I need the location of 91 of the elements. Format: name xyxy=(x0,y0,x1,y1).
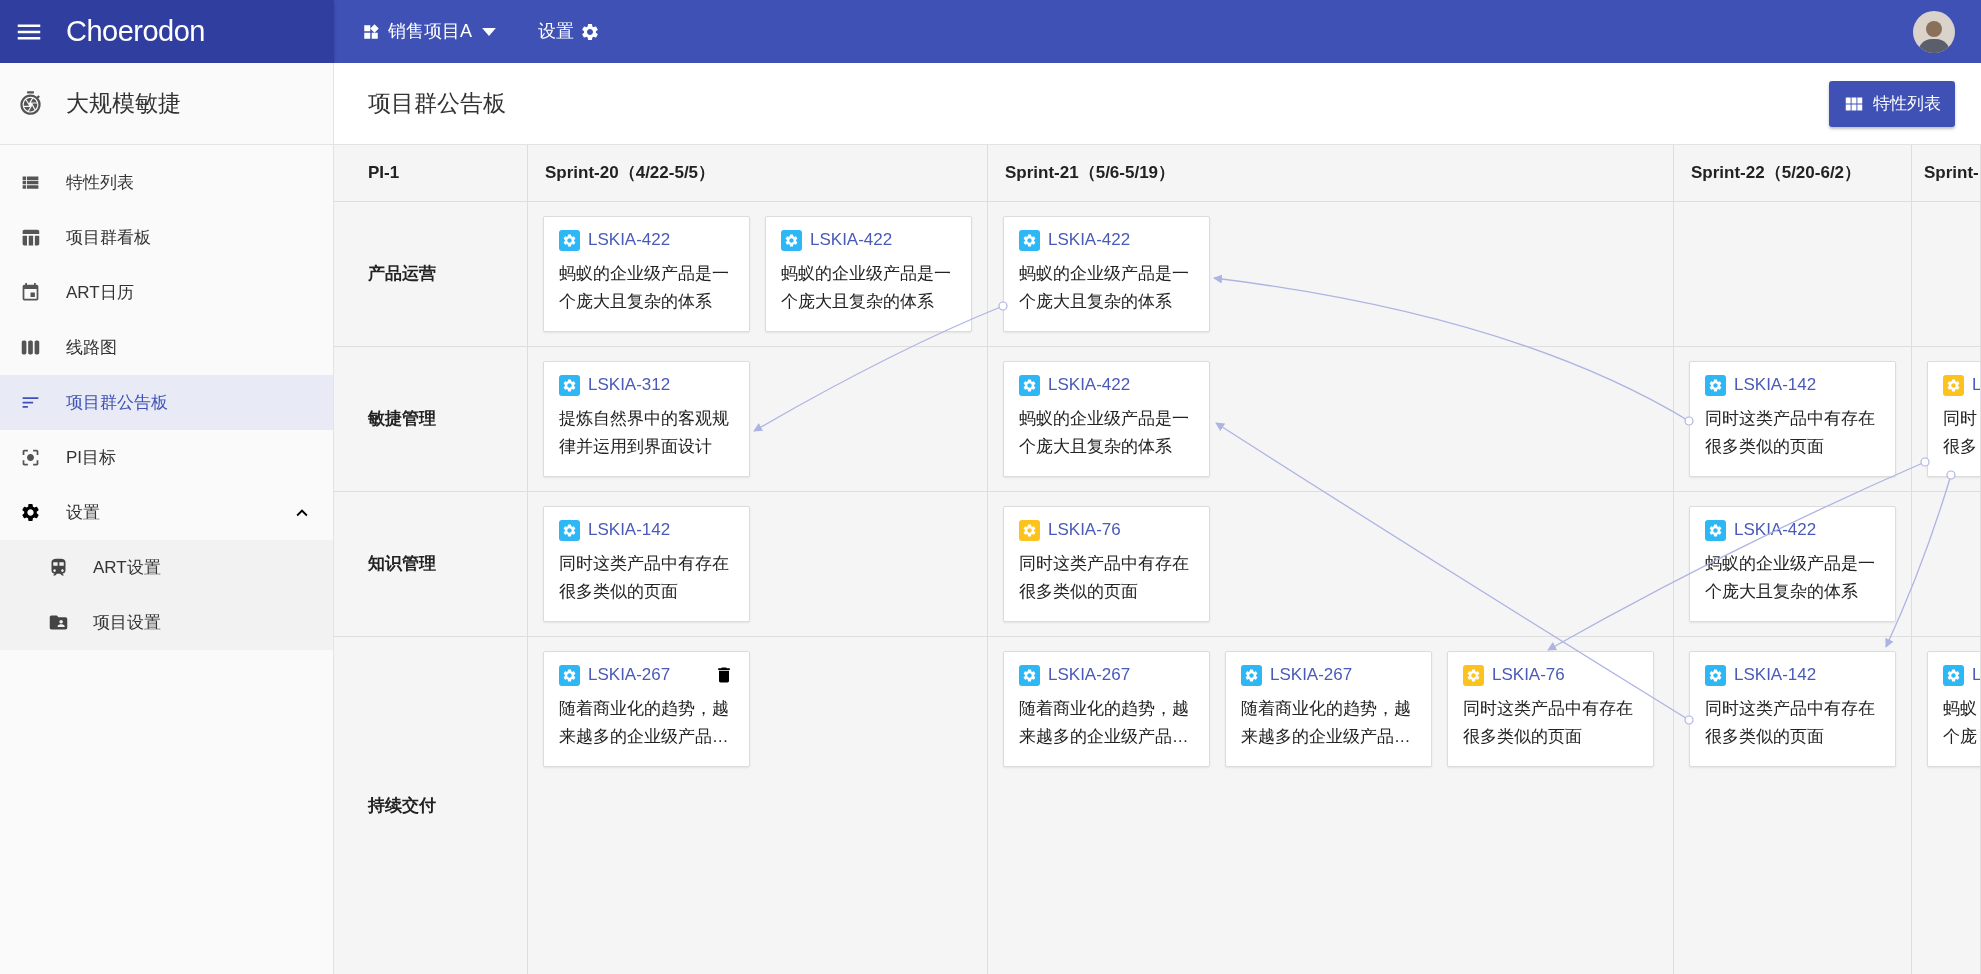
row-header: 敏捷管理 xyxy=(368,408,436,431)
sprint-header: Sprint-21（5/6-5/19） xyxy=(1005,162,1176,185)
row-header: 知识管理 xyxy=(368,553,436,576)
widgets-icon xyxy=(362,22,380,41)
sidebar-item[interactable]: 线路图 xyxy=(0,320,333,375)
page-title: 项目群公告板 xyxy=(368,89,506,119)
feature-card[interactable]: LSKIA-422 蚂蚁的企业级产品是一 个庞大且复杂的体系 xyxy=(1003,216,1210,332)
feature-description: 很多类似的页面 xyxy=(1019,581,1138,602)
sidebar-item[interactable]: PI目标 xyxy=(0,430,333,485)
feature-description: 同时这类产品中有存在 xyxy=(559,553,729,574)
feature-description: 个庞 xyxy=(1943,726,1977,747)
sprint-header: Sprint-20（4/22-5/5） xyxy=(545,162,716,185)
feature-description: 提炼自然界中的客观规 xyxy=(559,408,729,429)
feature-description: 很多类似的页面 xyxy=(1705,726,1824,747)
feature-description: 来越多的企业级产品… xyxy=(559,726,729,747)
feature-card[interactable]: LSKIA-422 蚂蚁的企业级产品是一 个庞大且复杂的体系 xyxy=(1689,506,1896,622)
sidebar-item[interactable]: 设置 xyxy=(0,485,333,540)
calendar-icon xyxy=(20,282,41,303)
feature-id[interactable]: LSKIA-312 xyxy=(588,372,671,398)
settings-link[interactable]: 设置 xyxy=(538,0,600,63)
feature-id[interactable]: LSKIA-142 xyxy=(1734,662,1817,688)
focus-icon xyxy=(20,447,41,468)
feature-description: 随着商业化的趋势，越 xyxy=(1019,698,1189,719)
feature-id[interactable]: LSKIA-422 xyxy=(810,227,893,253)
settings-icon xyxy=(580,21,600,42)
sidebar-item[interactable]: ART设置 xyxy=(0,540,333,595)
feature-id[interactable]: LSKIA-422 xyxy=(1048,372,1131,398)
feature-description: 蚂蚁 xyxy=(1943,698,1977,719)
feature-description: 同时 xyxy=(1943,408,1977,429)
feature-id[interactable]: LSKIA-267 xyxy=(1048,662,1131,688)
sidebar-item[interactable]: 项目群看板 xyxy=(0,210,333,265)
feature-description: 蚂蚁的企业级产品是一 xyxy=(1019,408,1189,429)
feature-description: 很多类似的页面 xyxy=(559,581,678,602)
feature-description: 律并运用到界面设计 xyxy=(559,436,712,457)
feature-card[interactable]: LSKIA-76 同时这类产品中有存在 很多类似的页面 xyxy=(1447,651,1654,767)
feature-description: 个庞大且复杂的体系 xyxy=(559,291,712,312)
feature-card[interactable]: LSKIA-422 蚂蚁的企业级产品是一 个庞大且复杂的体系 xyxy=(543,216,750,332)
feature-card[interactable]: LSKIA-142 同时这类产品中有存在 很多类似的页面 xyxy=(1689,361,1896,477)
table-icon xyxy=(20,227,41,248)
sidebar-item[interactable]: 项目设置 xyxy=(0,595,333,650)
feature-description: 同时这类产品中有存在 xyxy=(1463,698,1633,719)
sidebar-item[interactable]: ART日历 xyxy=(0,265,333,320)
feature-list-button[interactable]: 特性列表 xyxy=(1829,80,1955,127)
feature-description: 蚂蚁的企业级产品是一 xyxy=(1705,553,1875,574)
feature-description: 个庞大且复杂的体系 xyxy=(1019,436,1172,457)
feature-description: 个庞大且复杂的体系 xyxy=(1705,581,1858,602)
feature-id[interactable]: LSKIA-422 xyxy=(588,227,671,253)
feature-id[interactable]: LSKIA-76 xyxy=(1048,517,1121,543)
feature-description: 随着商业化的趋势，越 xyxy=(559,698,729,719)
feature-description: 蚂蚁的企业级产品是一 xyxy=(1019,263,1189,284)
caret-icon xyxy=(482,27,496,36)
settings-icon xyxy=(20,502,41,523)
feature-card[interactable]: LSKIA-422 蚂蚁的企业级产品是一 个庞大且复杂的体系 xyxy=(765,216,972,332)
feature-id[interactable]: LSKIA-142 xyxy=(1734,372,1817,398)
sidebar-title: 大规模敏捷 xyxy=(66,89,181,119)
feature-card[interactable]: LSKIA-312 提炼自然界中的客观规 律并运用到界面设计 xyxy=(543,361,750,477)
feature-description: 很多 xyxy=(1943,436,1977,457)
feature-id[interactable]: LSKIA-267 xyxy=(1270,662,1353,688)
feature-card[interactable]: LSKIA-267 随着商业化的趋势，越 来越多的企业级产品… xyxy=(543,651,750,767)
feature-card[interactable]: LSKIA-76 同时这类产品中有存在 很多类似的页面 xyxy=(1003,506,1210,622)
feature-description: 同时这类产品中有存在 xyxy=(1705,408,1875,429)
user-avatar[interactable] xyxy=(1913,10,1955,53)
feature-description: 蚂蚁的企业级产品是一 xyxy=(781,263,951,284)
project-selector[interactable]: 销售项目A xyxy=(362,0,496,63)
feature-card[interactable]: LSKIA-422 蚂蚁的企业级产品是一 个庞大且复杂的体系 xyxy=(1003,361,1210,477)
feature-card[interactable]: LSKIA-267 随着商业化的趋势，越 来越多的企业级产品… xyxy=(1003,651,1210,767)
feature-id[interactable]: LSKIA-76 xyxy=(1492,662,1565,688)
sprint-header: Sprint-22（5/20-6/2） xyxy=(1691,162,1862,185)
feature-description: 很多类似的页面 xyxy=(1705,436,1824,457)
feature-id[interactable]: LSKIA-422 xyxy=(1048,227,1131,253)
feature-description: 同时这类产品中有存在 xyxy=(1705,698,1875,719)
feature-id[interactable]: LSKIA-267 xyxy=(588,662,671,688)
feature-description: 来越多的企业级产品… xyxy=(1241,726,1411,747)
feature-description: 随着商业化的趋势，越 xyxy=(1241,698,1411,719)
feature-description: 个庞大且复杂的体系 xyxy=(1019,291,1172,312)
feature-description: 蚂蚁的企业级产品是一 xyxy=(559,263,729,284)
feature-card[interactable]: LSKIA-267 随着商业化的趋势，越 来越多的企业级产品… xyxy=(1225,651,1432,767)
sprint-header: Sprint- xyxy=(1924,162,1979,185)
feature-description: 很多类似的页面 xyxy=(1463,726,1582,747)
feature-card[interactable]: LSKIA-142 同时这类产品中有存在 很多类似的页面 xyxy=(1689,651,1896,767)
row-header: 产品运营 xyxy=(368,263,436,286)
feature-description: 同时这类产品中有存在 xyxy=(1019,553,1189,574)
pi-label: PI-1 xyxy=(368,162,400,185)
row-header: 持续交付 xyxy=(368,794,436,817)
sidebar-item[interactable]: 特性列表 xyxy=(0,155,333,210)
feature-description: 来越多的企业级产品… xyxy=(1019,726,1189,747)
sidebar-item[interactable]: 项目群公告板 xyxy=(0,375,333,430)
feature-card[interactable]: LSKIA-142 同时这类产品中有存在 很多类似的页面 xyxy=(543,506,750,622)
feature-id[interactable]: LSKIA-142 xyxy=(588,517,671,543)
feature-description: 个庞大且复杂的体系 xyxy=(781,291,934,312)
feature-id[interactable]: LSKIA-422 xyxy=(1734,517,1817,543)
